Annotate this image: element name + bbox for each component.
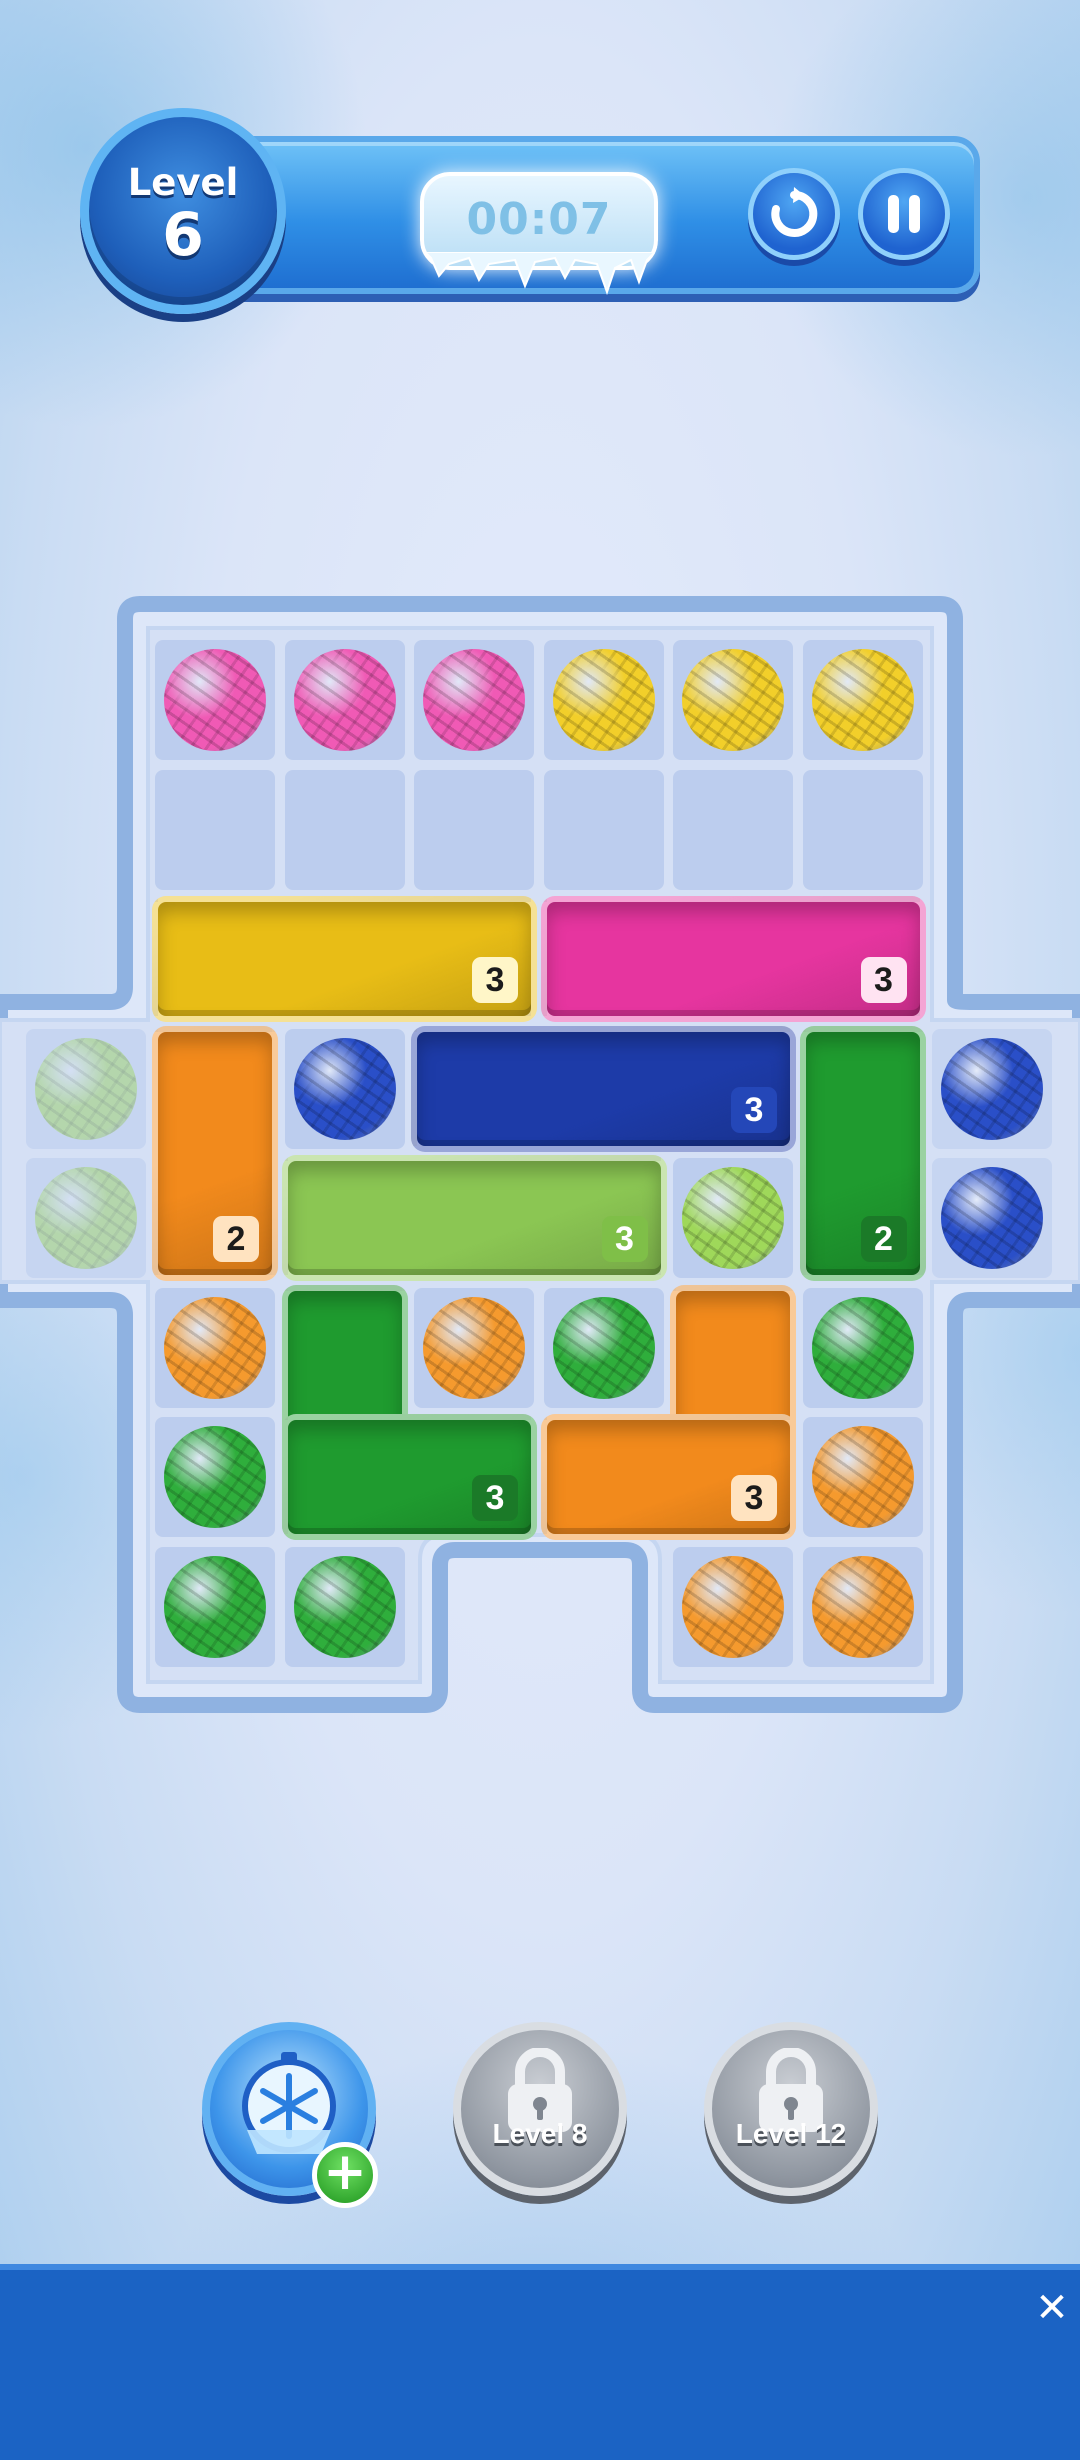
block-count-badge: 3 [860, 957, 907, 1003]
locked-booster-level-12: Level 12 [704, 2022, 878, 2196]
level-badge: Level 6 [80, 108, 286, 314]
grid-cell [414, 640, 534, 760]
orange-yarn-ball [423, 1296, 525, 1399]
grid-cell [543, 769, 664, 890]
grid-cell [155, 1287, 275, 1408]
orange-l-block[interactable] [540, 1414, 796, 1540]
blue-block[interactable] [411, 1025, 796, 1152]
pause-icon [888, 195, 920, 233]
yellow-yarn-ball [811, 649, 914, 751]
grid-cell [155, 640, 275, 760]
grid-cell [155, 1417, 275, 1537]
add-booster-button[interactable]: + [312, 2142, 378, 2208]
side-cell [932, 1158, 1052, 1278]
level-label: Level [127, 161, 239, 204]
booster-label: Level 8 [492, 2118, 588, 2149]
grid-cell [543, 1287, 664, 1408]
orange-yarn-ball [811, 1555, 914, 1658]
green-yarn-ball [164, 1555, 266, 1658]
orange-yarn-ball [682, 1555, 784, 1658]
grid-cell [673, 640, 793, 760]
green-l-block[interactable] [281, 1414, 537, 1540]
orange-vertical-block[interactable] [152, 1025, 278, 1281]
grid-cell [284, 1028, 405, 1149]
grid-cell [155, 1546, 275, 1667]
orange-yarn-ball [811, 1426, 914, 1528]
lime-block[interactable] [281, 1155, 667, 1281]
grid-cell [802, 640, 923, 760]
side-cell [932, 1028, 1052, 1149]
grid-cell [284, 769, 405, 890]
block-count-badge: 3 [731, 1475, 777, 1521]
close-icon[interactable]: ✕ [1030, 2286, 1074, 2330]
pink-yarn-ball [164, 649, 266, 751]
green-yarn-ball [552, 1296, 655, 1399]
yellow-yarn-ball [552, 649, 655, 751]
grid-cell [673, 1158, 793, 1278]
grid-cell [284, 1546, 405, 1667]
grid-cell [284, 640, 405, 760]
block-count-badge: 2 [860, 1216, 907, 1262]
lime-yarn-ball [34, 1037, 137, 1140]
block-count-badge: 2 [213, 1216, 259, 1262]
yellow-yarn-ball [682, 649, 784, 751]
icicles-icon [425, 252, 655, 296]
lime-yarn-ball [34, 1167, 137, 1269]
restart-button[interactable] [748, 168, 840, 260]
orange-l-block[interactable] [670, 1284, 796, 1540]
grid-cell [155, 769, 275, 890]
side-cell [25, 1028, 146, 1149]
grid-cell [543, 640, 664, 760]
yellow-block[interactable] [152, 896, 537, 1022]
pink-block[interactable] [540, 896, 926, 1022]
green-yarn-ball [811, 1296, 914, 1399]
grid-cell [802, 1546, 923, 1667]
green-yarn-ball [293, 1555, 396, 1658]
blue-yarn-ball [293, 1037, 396, 1140]
locked-booster-level-8: Level 8 [453, 2022, 627, 2196]
booster-label: Level 12 [735, 2118, 847, 2149]
side-cell [25, 1158, 146, 1278]
orange-yarn-ball [164, 1296, 266, 1399]
green-vertical-block[interactable] [799, 1025, 926, 1281]
blue-yarn-ball [941, 1037, 1043, 1140]
grid-cell [802, 1417, 923, 1537]
pause-button[interactable] [858, 168, 950, 260]
grid-cell [414, 1287, 534, 1408]
grid-cell [802, 769, 923, 890]
block-count-badge: 3 [472, 957, 518, 1003]
blue-yarn-ball [941, 1167, 1043, 1269]
grid-cell [414, 769, 534, 890]
pink-yarn-ball [293, 649, 396, 751]
lime-yarn-ball [682, 1167, 784, 1269]
grid-cell [802, 1287, 923, 1408]
green-l-block[interactable] [281, 1284, 408, 1540]
block-count-badge: 3 [601, 1216, 648, 1262]
green-yarn-ball [164, 1426, 266, 1528]
block-count-badge: 3 [472, 1475, 518, 1521]
grid-cell [673, 769, 793, 890]
ad-banner[interactable]: ✕ [0, 2264, 1080, 2460]
block-count-badge: 3 [731, 1086, 777, 1133]
grid-cell [673, 1546, 793, 1667]
restart-icon [771, 187, 818, 237]
level-number: 6 [162, 200, 204, 270]
pink-yarn-ball [423, 649, 525, 751]
